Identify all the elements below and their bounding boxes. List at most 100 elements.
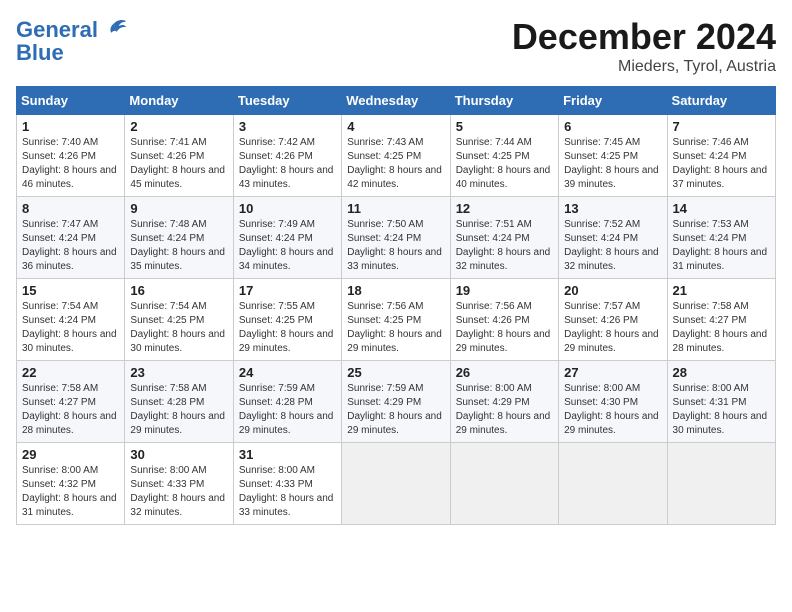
day-info: Sunrise: 8:00 AM Sunset: 4:33 PM Dayligh…: [130, 464, 227, 520]
day-cell-9: 9 Sunrise: 7:48 AM Sunset: 4:24 PM Dayli…: [125, 197, 233, 279]
header-thursday: Thursday: [450, 87, 558, 115]
logo: General Blue: [16, 16, 128, 66]
header-friday: Friday: [559, 87, 667, 115]
page-header: General Blue December 2024 Mieders, Tyro…: [16, 16, 776, 76]
header-wednesday: Wednesday: [342, 87, 450, 115]
day-cell-27: 27 Sunrise: 8:00 AM Sunset: 4:30 PM Dayl…: [559, 361, 667, 443]
day-cell-15: 15 Sunrise: 7:54 AM Sunset: 4:24 PM Dayl…: [17, 279, 125, 361]
empty-day-cell: [342, 443, 450, 525]
header-saturday: Saturday: [667, 87, 775, 115]
day-cell-24: 24 Sunrise: 7:59 AM Sunset: 4:28 PM Dayl…: [233, 361, 341, 443]
day-info: Sunrise: 8:00 AM Sunset: 4:29 PM Dayligh…: [456, 382, 553, 438]
day-cell-13: 13 Sunrise: 7:52 AM Sunset: 4:24 PM Dayl…: [559, 197, 667, 279]
day-number: 26: [456, 365, 553, 380]
day-number: 5: [456, 119, 553, 134]
day-cell-17: 17 Sunrise: 7:55 AM Sunset: 4:25 PM Dayl…: [233, 279, 341, 361]
day-number: 11: [347, 201, 444, 216]
day-info: Sunrise: 7:54 AM Sunset: 4:24 PM Dayligh…: [22, 300, 119, 356]
empty-day-cell: [559, 443, 667, 525]
day-info: Sunrise: 7:49 AM Sunset: 4:24 PM Dayligh…: [239, 218, 336, 274]
day-cell-21: 21 Sunrise: 7:58 AM Sunset: 4:27 PM Dayl…: [667, 279, 775, 361]
day-info: Sunrise: 7:58 AM Sunset: 4:27 PM Dayligh…: [673, 300, 770, 356]
day-info: Sunrise: 8:00 AM Sunset: 4:33 PM Dayligh…: [239, 464, 336, 520]
day-cell-8: 8 Sunrise: 7:47 AM Sunset: 4:24 PM Dayli…: [17, 197, 125, 279]
day-cell-14: 14 Sunrise: 7:53 AM Sunset: 4:24 PM Dayl…: [667, 197, 775, 279]
day-cell-2: 2 Sunrise: 7:41 AM Sunset: 4:26 PM Dayli…: [125, 115, 233, 197]
day-number: 29: [22, 447, 119, 462]
calendar-week-4: 29 Sunrise: 8:00 AM Sunset: 4:32 PM Dayl…: [17, 443, 776, 525]
day-number: 3: [239, 119, 336, 134]
day-number: 2: [130, 119, 227, 134]
day-number: 31: [239, 447, 336, 462]
day-number: 4: [347, 119, 444, 134]
logo-text: General: [16, 18, 98, 42]
location: Mieders, Tyrol, Austria: [512, 58, 776, 76]
day-info: Sunrise: 7:46 AM Sunset: 4:24 PM Dayligh…: [673, 136, 770, 192]
day-info: Sunrise: 7:59 AM Sunset: 4:29 PM Dayligh…: [347, 382, 444, 438]
calendar-week-3: 22 Sunrise: 7:58 AM Sunset: 4:27 PM Dayl…: [17, 361, 776, 443]
day-cell-1: 1 Sunrise: 7:40 AM Sunset: 4:26 PM Dayli…: [17, 115, 125, 197]
day-cell-26: 26 Sunrise: 8:00 AM Sunset: 4:29 PM Dayl…: [450, 361, 558, 443]
day-info: Sunrise: 7:54 AM Sunset: 4:25 PM Dayligh…: [130, 300, 227, 356]
day-info: Sunrise: 7:55 AM Sunset: 4:25 PM Dayligh…: [239, 300, 336, 356]
calendar-week-0: 1 Sunrise: 7:40 AM Sunset: 4:26 PM Dayli…: [17, 115, 776, 197]
logo-bird-icon: [100, 16, 128, 44]
header-monday: Monday: [125, 87, 233, 115]
day-info: Sunrise: 7:47 AM Sunset: 4:24 PM Dayligh…: [22, 218, 119, 274]
day-info: Sunrise: 7:56 AM Sunset: 4:25 PM Dayligh…: [347, 300, 444, 356]
day-number: 17: [239, 283, 336, 298]
day-number: 25: [347, 365, 444, 380]
day-info: Sunrise: 7:48 AM Sunset: 4:24 PM Dayligh…: [130, 218, 227, 274]
day-cell-23: 23 Sunrise: 7:58 AM Sunset: 4:28 PM Dayl…: [125, 361, 233, 443]
day-number: 9: [130, 201, 227, 216]
day-number: 30: [130, 447, 227, 462]
day-number: 13: [564, 201, 661, 216]
day-number: 15: [22, 283, 119, 298]
day-number: 20: [564, 283, 661, 298]
day-number: 19: [456, 283, 553, 298]
day-info: Sunrise: 8:00 AM Sunset: 4:31 PM Dayligh…: [673, 382, 770, 438]
day-cell-29: 29 Sunrise: 8:00 AM Sunset: 4:32 PM Dayl…: [17, 443, 125, 525]
day-cell-11: 11 Sunrise: 7:50 AM Sunset: 4:24 PM Dayl…: [342, 197, 450, 279]
day-cell-12: 12 Sunrise: 7:51 AM Sunset: 4:24 PM Dayl…: [450, 197, 558, 279]
day-number: 1: [22, 119, 119, 134]
calendar-table: SundayMondayTuesdayWednesdayThursdayFrid…: [16, 86, 776, 525]
day-info: Sunrise: 8:00 AM Sunset: 4:32 PM Dayligh…: [22, 464, 119, 520]
day-cell-4: 4 Sunrise: 7:43 AM Sunset: 4:25 PM Dayli…: [342, 115, 450, 197]
day-number: 7: [673, 119, 770, 134]
day-number: 6: [564, 119, 661, 134]
day-cell-16: 16 Sunrise: 7:54 AM Sunset: 4:25 PM Dayl…: [125, 279, 233, 361]
day-cell-30: 30 Sunrise: 8:00 AM Sunset: 4:33 PM Dayl…: [125, 443, 233, 525]
day-cell-31: 31 Sunrise: 8:00 AM Sunset: 4:33 PM Dayl…: [233, 443, 341, 525]
day-cell-22: 22 Sunrise: 7:58 AM Sunset: 4:27 PM Dayl…: [17, 361, 125, 443]
day-cell-3: 3 Sunrise: 7:42 AM Sunset: 4:26 PM Dayli…: [233, 115, 341, 197]
day-number: 22: [22, 365, 119, 380]
day-number: 23: [130, 365, 227, 380]
calendar-week-1: 8 Sunrise: 7:47 AM Sunset: 4:24 PM Dayli…: [17, 197, 776, 279]
calendar-week-2: 15 Sunrise: 7:54 AM Sunset: 4:24 PM Dayl…: [17, 279, 776, 361]
day-cell-6: 6 Sunrise: 7:45 AM Sunset: 4:25 PM Dayli…: [559, 115, 667, 197]
day-cell-20: 20 Sunrise: 7:57 AM Sunset: 4:26 PM Dayl…: [559, 279, 667, 361]
day-info: Sunrise: 7:57 AM Sunset: 4:26 PM Dayligh…: [564, 300, 661, 356]
month-title: December 2024: [512, 16, 776, 58]
empty-day-cell: [667, 443, 775, 525]
day-info: Sunrise: 7:56 AM Sunset: 4:26 PM Dayligh…: [456, 300, 553, 356]
day-info: Sunrise: 7:40 AM Sunset: 4:26 PM Dayligh…: [22, 136, 119, 192]
day-number: 27: [564, 365, 661, 380]
day-cell-5: 5 Sunrise: 7:44 AM Sunset: 4:25 PM Dayli…: [450, 115, 558, 197]
day-cell-19: 19 Sunrise: 7:56 AM Sunset: 4:26 PM Dayl…: [450, 279, 558, 361]
day-cell-10: 10 Sunrise: 7:49 AM Sunset: 4:24 PM Dayl…: [233, 197, 341, 279]
day-number: 16: [130, 283, 227, 298]
empty-day-cell: [450, 443, 558, 525]
day-cell-25: 25 Sunrise: 7:59 AM Sunset: 4:29 PM Dayl…: [342, 361, 450, 443]
day-info: Sunrise: 7:51 AM Sunset: 4:24 PM Dayligh…: [456, 218, 553, 274]
day-info: Sunrise: 7:52 AM Sunset: 4:24 PM Dayligh…: [564, 218, 661, 274]
header-tuesday: Tuesday: [233, 87, 341, 115]
day-number: 28: [673, 365, 770, 380]
day-info: Sunrise: 7:53 AM Sunset: 4:24 PM Dayligh…: [673, 218, 770, 274]
title-block: December 2024 Mieders, Tyrol, Austria: [512, 16, 776, 76]
day-info: Sunrise: 7:42 AM Sunset: 4:26 PM Dayligh…: [239, 136, 336, 192]
day-cell-28: 28 Sunrise: 8:00 AM Sunset: 4:31 PM Dayl…: [667, 361, 775, 443]
day-number: 21: [673, 283, 770, 298]
day-info: Sunrise: 8:00 AM Sunset: 4:30 PM Dayligh…: [564, 382, 661, 438]
